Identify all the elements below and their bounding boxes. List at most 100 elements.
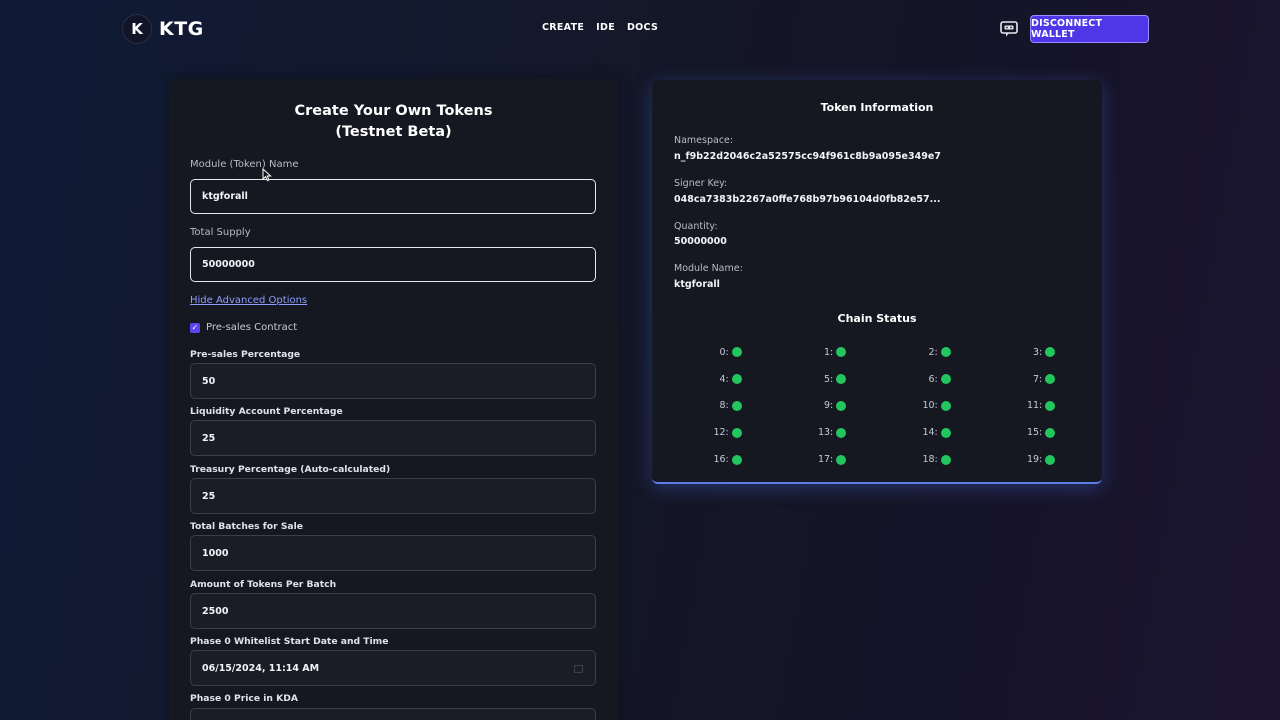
chain-status-dot-icon <box>1045 347 1056 358</box>
hide-advanced-options-link[interactable]: Hide Advanced Options <box>190 295 307 306</box>
chain-status-dot-icon <box>940 347 951 358</box>
chain-status-dot-icon <box>1045 427 1056 438</box>
chain-status-item: 0: <box>672 339 777 366</box>
module-name-info-value: ktgforall <box>674 279 720 290</box>
signer-key-value: 048ca7383b2267a0ffe768b97b96104d0fb82e57… <box>674 194 941 205</box>
nav-docs-link[interactable]: DOCS <box>627 22 658 33</box>
phase0-price-input[interactable] <box>190 708 596 720</box>
namespace-value: n_f9b22d2046c2a52575cc94f961c8b9a095e349… <box>674 151 941 162</box>
tokens-per-batch-input[interactable]: 2500 <box>190 593 596 629</box>
chain-id-label: 16: <box>713 454 729 466</box>
chain-status-item: 2: <box>881 339 986 366</box>
chain-status-dot-icon <box>836 427 847 438</box>
chain-status-item: 13: <box>777 419 882 446</box>
chain-status-dot-icon <box>836 374 847 385</box>
chain-status-dot-icon <box>836 400 847 411</box>
logo-badge: K <box>122 14 152 44</box>
chain-status-dot-icon <box>940 454 951 465</box>
liquidity-percentage-label: Liquidity Account Percentage <box>190 406 343 417</box>
form-title: Create Your Own Tokens (Testnet Beta) <box>169 101 618 143</box>
chain-status-item: 19: <box>986 446 1091 473</box>
chain-status-title: Chain Status <box>837 312 917 325</box>
liquidity-percentage-input[interactable]: 25 <box>190 420 596 456</box>
chain-id-label: 7: <box>1033 373 1043 385</box>
phase0-start-datetime-input[interactable]: 06/15/2024, 11:14 AM <box>190 650 596 686</box>
chain-id-label: 2: <box>928 346 938 358</box>
chain-id-label: 13: <box>817 427 834 439</box>
presales-percentage-label: Pre-sales Percentage <box>190 349 301 360</box>
chain-status-item: 12: <box>672 419 777 446</box>
robot-chat-icon[interactable] <box>998 18 1020 40</box>
chain-id-label: 5: <box>824 373 834 385</box>
chain-status-item: 1: <box>777 339 882 366</box>
chain-id-label: 4: <box>719 373 729 385</box>
presales-contract-row[interactable]: ✓ Pre-sales Contract <box>190 322 297 333</box>
chain-status-dot-icon <box>940 374 951 385</box>
chain-status-item: 16: <box>672 446 777 473</box>
chain-id-label: 6: <box>928 373 938 385</box>
module-name-info-label: Module Name: <box>674 263 743 274</box>
token-info-title: Token Information <box>820 101 934 114</box>
chain-status-item: 14: <box>881 419 986 446</box>
total-batches-input[interactable]: 1000 <box>190 535 596 571</box>
top-nav-bar: K KTG CREATE IDE DOCS DISCONNECT WALLET <box>0 0 1280 58</box>
chain-id-label: 12: <box>713 427 729 439</box>
chain-status-item: 4: <box>672 366 777 393</box>
chain-status-dot-icon <box>1045 454 1056 465</box>
chain-status-dot-icon <box>731 454 742 465</box>
chain-status-row: 8: 9: 10: 11: <box>672 393 1092 420</box>
signer-key-label: Signer Key: <box>674 178 728 189</box>
chain-status-dot-icon <box>836 347 847 358</box>
treasury-percentage-label: Treasury Percentage (Auto-calculated) <box>190 464 391 475</box>
chain-status-item: 17: <box>777 446 882 473</box>
chain-status-item: 15: <box>986 419 1091 446</box>
total-supply-label: Total Supply <box>190 227 251 238</box>
chain-status-item: 6: <box>881 366 986 393</box>
chain-status-row: 16: 17: 18: 19: <box>672 446 1092 473</box>
form-title-line1: Create Your Own Tokens <box>294 103 493 119</box>
logo[interactable]: K KTG <box>122 14 204 44</box>
chain-id-label: 18: <box>922 454 938 466</box>
total-supply-input[interactable]: 50000000 <box>190 247 596 282</box>
presales-percentage-input[interactable]: 50 <box>190 363 596 399</box>
chain-status-row: 0: 1: 2: 3: <box>672 339 1092 366</box>
chain-status-dot-icon <box>1045 374 1056 385</box>
nav-create-link[interactable]: CREATE <box>542 22 584 33</box>
phase0-start-label: Phase 0 Whitelist Start Date and Time <box>190 636 389 647</box>
namespace-label: Namespace: <box>674 135 734 146</box>
mouse-cursor-icon <box>262 168 272 182</box>
tokens-per-batch-label: Amount of Tokens Per Batch <box>190 579 337 590</box>
quantity-label: Quantity: <box>674 221 718 232</box>
presales-contract-checkbox[interactable]: ✓ <box>190 322 200 333</box>
chain-status-dot-icon <box>731 427 742 438</box>
chain-status-item: 7: <box>986 366 1091 393</box>
chain-status-grid: 0: 1: 2: 3: 4: 5: 6: 7: 8: 9: 10: 11: 12: 13: 14: 15: 16… <box>672 339 1092 473</box>
module-name-input[interactable]: ktgforall <box>190 179 596 214</box>
chain-status-item: 8: <box>672 393 777 420</box>
chain-id-label: 10: <box>922 400 938 412</box>
chain-status-dot-icon <box>940 427 951 438</box>
main-nav: CREATE IDE DOCS <box>542 22 658 33</box>
chain-status-item: 5: <box>777 366 882 393</box>
chain-id-label: 15: <box>1026 427 1043 439</box>
chain-status-dot-icon <box>731 374 742 385</box>
phase0-price-label: Phase 0 Price in KDA <box>190 693 298 704</box>
chain-status-dot-icon <box>731 347 742 358</box>
chain-id-label: 14: <box>922 427 938 439</box>
chain-id-label: 17: <box>817 454 834 466</box>
total-batches-label: Total Batches for Sale <box>190 521 304 532</box>
chain-status-row: 12: 13: 14: 15: <box>672 419 1092 446</box>
chain-status-dot-icon <box>940 400 951 411</box>
calendar-icon[interactable] <box>574 665 583 673</box>
nav-ide-link[interactable]: IDE <box>596 22 615 33</box>
chain-id-label: 11: <box>1026 400 1043 412</box>
chain-id-label: 0: <box>719 346 729 358</box>
presales-contract-label: Pre-sales Contract <box>206 322 298 333</box>
chain-id-label: 8: <box>719 400 729 412</box>
chain-id-label: 19: <box>1026 454 1043 466</box>
token-information-panel: Token Information Namespace: n_f9b22d204… <box>652 80 1102 484</box>
disconnect-wallet-button[interactable]: DISCONNECT WALLET <box>1030 15 1149 43</box>
chain-status-row: 4: 5: 6: 7: <box>672 366 1092 393</box>
treasury-percentage-input[interactable]: 25 <box>190 478 596 514</box>
chain-id-label: 3: <box>1033 346 1043 358</box>
